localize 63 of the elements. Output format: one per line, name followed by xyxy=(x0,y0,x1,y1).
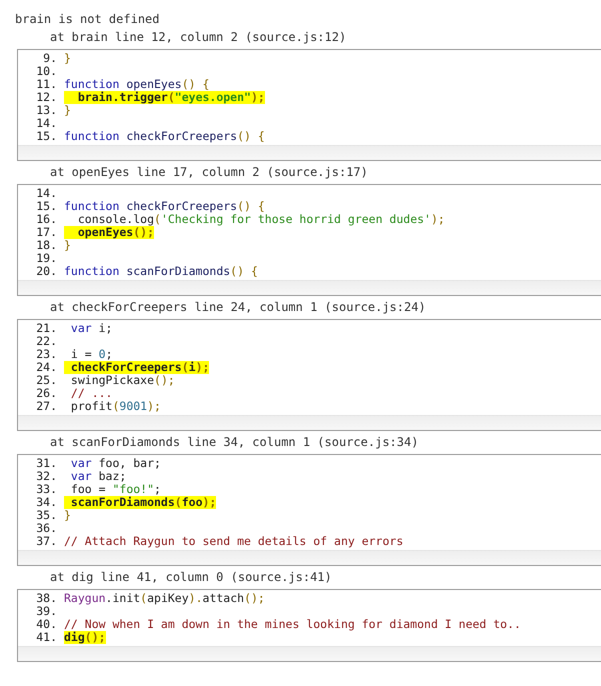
error-message: brain is not defined xyxy=(15,12,160,26)
line-number: 22. xyxy=(35,335,58,348)
line-number: 23. xyxy=(35,348,58,361)
code-line: var baz; xyxy=(70,470,126,483)
line-number: 9. xyxy=(42,52,58,65)
code-line: } xyxy=(64,509,71,522)
line-number: 34. xyxy=(35,496,58,509)
line-number: 33. xyxy=(35,483,58,496)
code-line: } xyxy=(64,239,71,252)
line-number: 31. xyxy=(35,457,58,470)
line-number: 16. xyxy=(35,213,58,226)
frame-heading: at brain line 12, column 2 (source.js:12) xyxy=(50,30,346,44)
code-line: function checkForCreepers() { xyxy=(64,130,265,143)
code-line: Raygun.init(apiKey).attach(); xyxy=(64,592,265,605)
frame-heading: at dig line 41, column 0 (source.js:41) xyxy=(50,570,332,584)
code-line: i = 0; xyxy=(70,348,112,361)
line-number: 18. xyxy=(35,239,58,252)
line-number: 15. xyxy=(35,130,58,143)
line-number: 11. xyxy=(35,78,58,91)
frame-heading: at checkForCreepers line 24, column 1 (source.js:24) xyxy=(50,300,426,314)
code-line: function openEyes() { xyxy=(64,78,210,91)
frame-heading: at scanForDiamonds line 34, column 1 (source.js:34) xyxy=(50,435,418,449)
line-number: 21. xyxy=(35,322,58,335)
line-number: 40. xyxy=(35,618,58,631)
line-number: 39. xyxy=(35,605,58,618)
line-number: 25. xyxy=(35,374,58,387)
line-number: 19. xyxy=(35,252,58,265)
line-number: 17. xyxy=(35,226,58,239)
code-line: } xyxy=(64,104,71,117)
code-line: swingPickaxe(); xyxy=(70,374,175,387)
line-number: 26. xyxy=(35,387,58,400)
code-line: var foo, bar; xyxy=(70,457,161,470)
line-number: 38. xyxy=(35,592,58,605)
line-number: 27. xyxy=(35,400,58,413)
code-line: // ... xyxy=(70,387,112,400)
frame-heading: at openEyes line 17, column 2 (source.js:17) xyxy=(50,165,368,179)
scrollbar-track[interactable] xyxy=(18,646,601,661)
line-number: 20. xyxy=(35,265,58,278)
scrollbar-track[interactable] xyxy=(18,145,601,160)
code-line: foo = "foo!"; xyxy=(70,483,161,496)
line-number: 41. xyxy=(35,631,58,644)
code-line: function scanForDiamonds() { xyxy=(64,265,258,278)
code-line: } xyxy=(64,52,71,65)
line-number: 14. xyxy=(35,187,58,200)
code-line: console.log('Checking for those horrid green dudes'); xyxy=(76,213,445,226)
line-number: 37. xyxy=(35,535,58,548)
code-line: // Now when I am down in the mines looking for diamond I need to.. xyxy=(64,618,521,631)
code-line: function checkForCreepers() { xyxy=(64,200,265,213)
code-line: var i; xyxy=(70,322,112,335)
line-number: 32. xyxy=(35,470,58,483)
line-number: 12. xyxy=(35,91,58,104)
line-number: 24. xyxy=(35,361,58,374)
code-line: profit(9001); xyxy=(70,400,161,413)
scrollbar-track[interactable] xyxy=(18,550,601,565)
line-number: 10. xyxy=(35,65,58,78)
line-number: 36. xyxy=(35,522,58,535)
code-line: // Attach Raygun to send me details of any errors xyxy=(64,535,404,548)
line-number: 35. xyxy=(35,509,58,522)
line-number: 14. xyxy=(35,117,58,130)
scrollbar-track[interactable] xyxy=(18,415,601,430)
scrollbar-track[interactable] xyxy=(18,280,601,295)
line-number: 13. xyxy=(35,104,58,117)
line-number: 15. xyxy=(35,200,58,213)
